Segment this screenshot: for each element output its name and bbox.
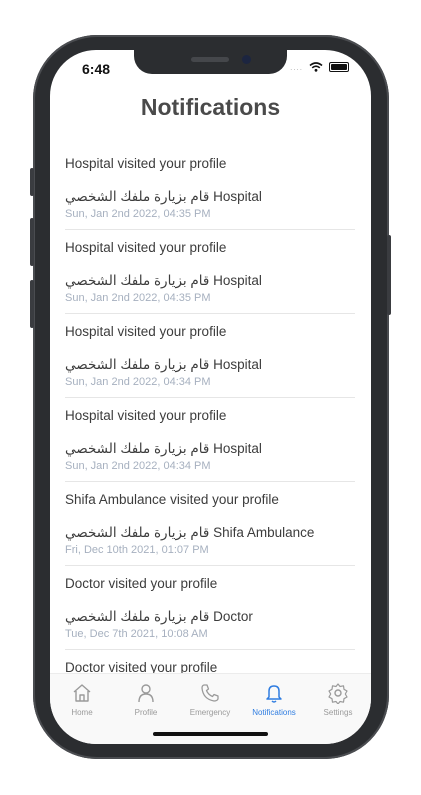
- home-icon: [73, 684, 91, 702]
- notification-text-ar: قام بزيارة ملفك الشخصي Doctor: [65, 609, 253, 624]
- notification-date: Sun, Jan 2nd 2022, 04:34 PM: [65, 376, 211, 388]
- notification-item[interactable]: Hospital visited your profile قام بزيارة…: [65, 230, 355, 314]
- gear-icon: [328, 683, 348, 704]
- notification-text-ar: قام بزيارة ملفك الشخصي Hospital: [65, 273, 262, 288]
- notification-date: Sun, Jan 2nd 2022, 04:35 PM: [65, 208, 211, 220]
- notification-text-ar: قام بزيارة ملفك الشخصي Hospital: [65, 189, 262, 204]
- home-indicator: [153, 732, 268, 736]
- page-title: Notifications: [140, 94, 281, 120]
- camera: [242, 55, 251, 64]
- notification-date: Tue, Dec 7th 2021, 10:08 AM: [65, 628, 208, 640]
- side-button-left-3: [30, 280, 34, 328]
- notch: [134, 50, 287, 74]
- tab-label: Settings: [323, 708, 353, 717]
- notification-date: Fri, Dec 10th 2021, 01:07 PM: [65, 544, 209, 556]
- person-icon: [138, 684, 154, 703]
- speaker: [191, 57, 229, 62]
- tab-emergency[interactable]: Emergency: [178, 682, 242, 717]
- tab-notifications[interactable]: Notifications: [242, 682, 306, 717]
- tab-home[interactable]: Home: [50, 682, 114, 717]
- screen: 6:48 .... Notifications Hospital visited…: [50, 50, 371, 744]
- wifi-icon: [309, 62, 323, 72]
- bell-icon: [266, 685, 282, 703]
- notification-item[interactable]: Hospital visited your profile قام بزيارة…: [65, 398, 355, 482]
- notification-item[interactable]: Hospital visited your profile قام بزيارة…: [65, 314, 355, 398]
- notification-text-en: Doctor visited your profile: [65, 576, 218, 591]
- side-button-left-1: [30, 168, 34, 196]
- notification-text-en: Hospital visited your profile: [65, 408, 227, 423]
- battery-icon: [329, 62, 349, 72]
- status-time: 6:48: [82, 61, 111, 77]
- tab-settings[interactable]: Settings: [306, 682, 370, 717]
- tab-label: Notifications: [252, 708, 296, 717]
- tab-label: Profile: [134, 708, 158, 717]
- notification-item[interactable]: Shifa Ambulance visited your profile قام…: [65, 482, 355, 566]
- tab-label: Home: [71, 708, 93, 717]
- tab-label: Emergency: [189, 708, 231, 717]
- notification-text-ar: قام بزيارة ملفك الشخصي Shifa Ambulance: [65, 525, 315, 540]
- notification-list[interactable]: Hospital visited your profile قام بزيارة…: [65, 146, 355, 686]
- notification-text-en: Hospital visited your profile: [65, 240, 227, 255]
- notification-date: Sun, Jan 2nd 2022, 04:34 PM: [65, 460, 211, 472]
- phone-icon: [201, 684, 219, 702]
- signal-dots: ....: [290, 62, 303, 72]
- status-icons: ....: [290, 62, 349, 72]
- tab-bar: Home Profile Emergency Notifications Set…: [50, 673, 371, 744]
- notification-item[interactable]: Hospital visited your profile قام بزيارة…: [65, 146, 355, 230]
- notification-text-ar: قام بزيارة ملفك الشخصي Hospital: [65, 441, 262, 456]
- notification-text-en: Hospital visited your profile: [65, 324, 227, 339]
- notification-text-en: Hospital visited your profile: [65, 156, 227, 171]
- side-button-right: [387, 235, 391, 315]
- notification-date: Sun, Jan 2nd 2022, 04:35 PM: [65, 292, 211, 304]
- tab-profile[interactable]: Profile: [114, 682, 178, 717]
- notification-item[interactable]: Doctor visited your profile قام بزيارة م…: [65, 566, 355, 650]
- notification-text-en: Shifa Ambulance visited your profile: [65, 492, 279, 507]
- notification-text-ar: قام بزيارة ملفك الشخصي Hospital: [65, 357, 262, 372]
- side-button-left-2: [30, 218, 34, 266]
